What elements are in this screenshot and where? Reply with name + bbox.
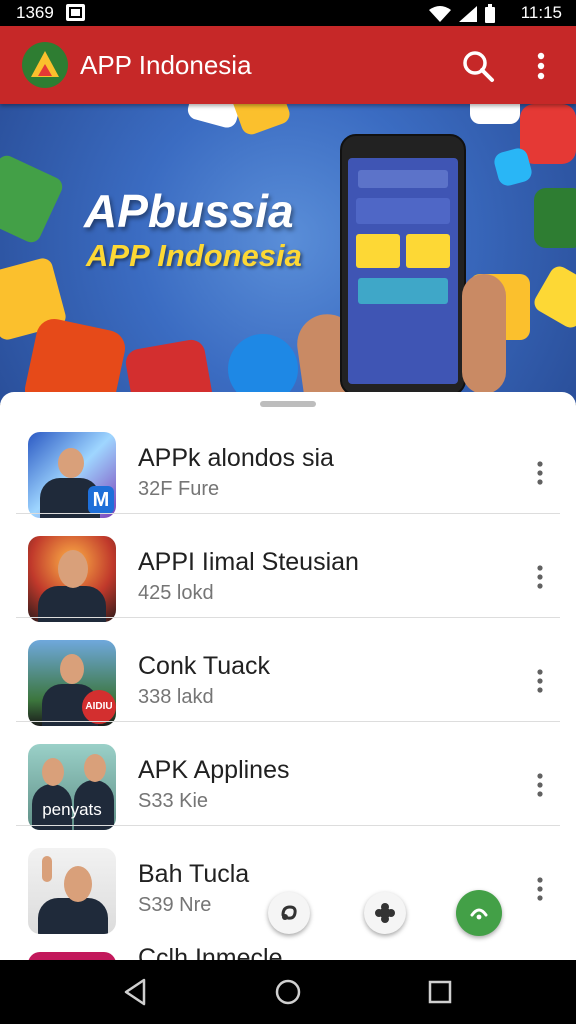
app-title: APP Indonesia [80,50,252,80]
app-thumbnail: AIDIU [28,640,116,726]
app-thumbnail [28,848,116,934]
status-icons [428,4,496,24]
app-thumbnail [28,952,116,960]
list-item[interactable]: APPI Iimal Steusian 425 lokd [0,512,576,622]
app-thumbnail: M [28,432,116,518]
home-icon[interactable] [272,976,304,1008]
thumb-badge: AIDIU [82,690,116,724]
recents-icon[interactable] [424,976,456,1008]
app-tile-icon [534,188,576,248]
app-bar: APP Indonesia [0,26,576,104]
list-item[interactable]: AIDIU Conk Tuack 338 lakd [0,616,576,726]
sheet-drag-handle[interactable] [260,401,316,407]
refresh-icon [21,315,129,404]
more-vert-icon[interactable] [528,458,552,488]
status-time-right: 11:15 [520,3,562,22]
signal-icon [459,6,477,22]
call-button[interactable] [456,890,502,936]
wifi-icon [429,6,451,22]
sync-icon [281,905,297,920]
play-icon [0,152,66,246]
app-name: Cclh Inmecle [138,944,283,960]
sync-button[interactable] [268,892,310,934]
app-list-sheet: M APPk alondos sia 32F Fure APPI Iimal S… [0,392,576,960]
banner-subheadline: APP Indonesia [86,238,302,273]
more-vert-icon[interactable] [528,770,552,800]
battery-icon [485,4,495,23]
system-nav-bar [0,960,576,1024]
status-time-left: 1369 [16,3,54,22]
search-icon[interactable] [460,48,496,84]
app-name: APPI Iimal Steusian [138,548,359,576]
app-detail: 32F Fure [138,478,220,500]
hand-image [462,274,506,394]
more-vert-icon[interactable] [526,48,556,84]
app-logo-icon [22,42,68,88]
app-detail: 425 lokd [138,582,214,604]
list-item[interactable]: penyats APK Applines S33 Kie [0,720,576,830]
banner-headline: APbussia [84,185,294,237]
hero-banner[interactable]: APbussia APP Indonesia [0,104,576,404]
more-vert-icon[interactable] [528,562,552,592]
app-thumbnail [28,536,116,622]
app-tile-icon [229,104,293,138]
app-name: APPk alondos sia [138,444,334,472]
target-icon [520,104,576,164]
app-detail: S39 Nre [138,894,212,916]
more-vert-icon[interactable] [528,874,552,904]
app-tile-icon [470,104,520,124]
app-name: APK Applines [138,756,290,784]
app-detail: 338 lakd [138,686,214,708]
puzzle-button[interactable] [364,892,406,934]
app-name: Conk Tuack [138,652,271,680]
app-thumbnail: penyats [28,744,116,830]
app-name: Bah Tucla [138,860,250,888]
phone-image [340,134,466,396]
app-detail: S33 Kie [138,790,209,812]
phone-icon [470,908,488,920]
thumb-caption: penyats [42,800,102,819]
notification-icon [66,4,85,21]
thumb-badge: M [88,486,114,514]
puzzle-icon [375,903,395,923]
status-bar: 1369 11:15 [0,0,576,26]
app-tile-icon [530,262,576,332]
more-vert-icon[interactable] [528,666,552,696]
back-icon[interactable] [120,976,152,1008]
list-item[interactable]: M APPk alondos sia 32F Fure [0,408,576,518]
